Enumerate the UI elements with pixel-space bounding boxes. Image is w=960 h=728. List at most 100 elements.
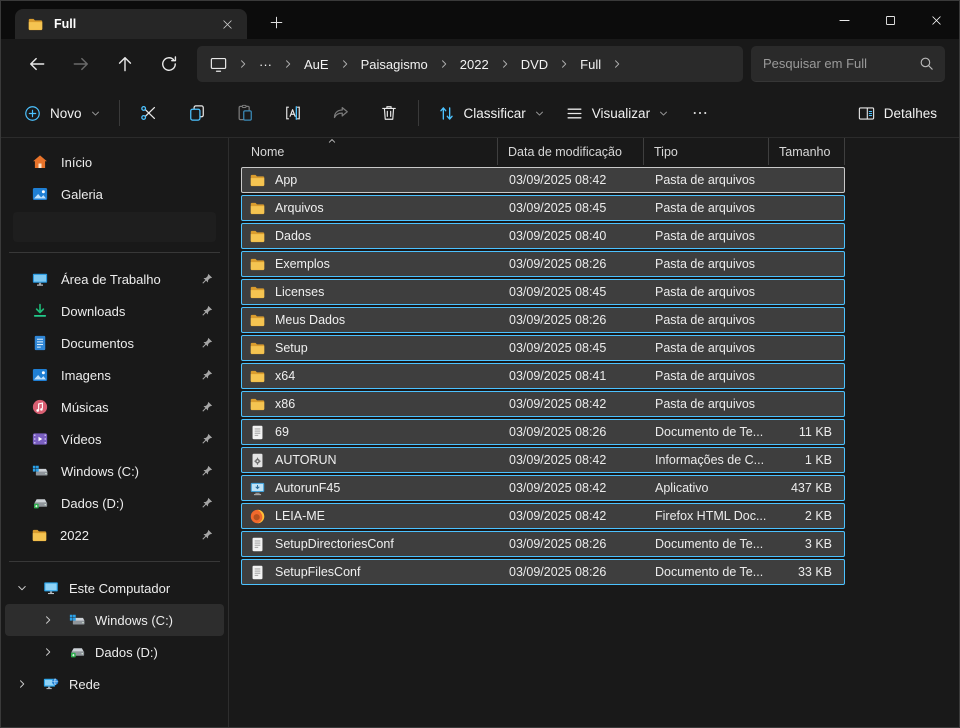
sidebar-item-m-sicas[interactable]: Músicas [5, 391, 224, 423]
sidebar-item-2022[interactable]: 2022 [5, 519, 224, 551]
chevron-right-icon[interactable] [11, 678, 33, 690]
pin-icon[interactable] [200, 464, 214, 478]
file-row-autorun[interactable]: AUTORUN03/09/2025 08:42Informações de C.… [241, 447, 845, 473]
file-row-x64[interactable]: x6403/09/2025 08:41Pasta de arquivos [241, 363, 845, 389]
chevron-down-icon[interactable] [11, 582, 33, 594]
column-header-tamanho[interactable]: Tamanho [769, 138, 845, 165]
network-icon [42, 675, 60, 693]
breadcrumb-item[interactable]: 2022 [451, 50, 498, 78]
new-button[interactable]: Novo [13, 95, 111, 131]
file-row-setupdirectoriesconf[interactable]: SetupDirectoriesConf03/09/2025 08:26Docu… [241, 531, 845, 557]
breadcrumb-chevron-icon[interactable] [236, 58, 250, 70]
new-tab-button[interactable] [261, 7, 291, 37]
pin-icon[interactable] [200, 336, 214, 350]
refresh-button[interactable] [147, 47, 191, 81]
tab-close-icon[interactable] [215, 12, 239, 36]
up-button[interactable] [103, 47, 147, 81]
back-button[interactable] [15, 47, 59, 81]
breadcrumb-chevron-icon[interactable] [281, 58, 295, 70]
tree-item-este-computador[interactable]: Este Computador [5, 572, 224, 604]
share-button[interactable] [320, 95, 362, 131]
sidebar-item-v-deos[interactable]: Vídeos [5, 423, 224, 455]
this-pc-icon[interactable] [201, 55, 236, 74]
search-input[interactable] [763, 56, 918, 71]
breadcrumb-chevron-icon[interactable] [437, 58, 451, 70]
tree-item-windows-c-[interactable]: Windows (C:) [5, 604, 224, 636]
breadcrumb-chevron-icon[interactable] [498, 58, 512, 70]
breadcrumb-overflow-button[interactable]: ··· [250, 50, 281, 78]
file-row-69[interactable]: 6903/09/2025 08:26Documento de Te...11 K… [241, 419, 845, 445]
column-header-data-de-modifica-o[interactable]: Data de modificação [498, 138, 644, 165]
paste-button[interactable] [224, 95, 266, 131]
file-name: x64 [275, 369, 295, 383]
maximize-button[interactable] [867, 1, 913, 39]
file-row-setupfilesconf[interactable]: SetupFilesConf03/09/2025 08:26Documento … [241, 559, 845, 585]
sidebar-item-label: 2022 [60, 528, 89, 543]
sidebar-item-dados-d-[interactable]: Dados (D:) [5, 487, 224, 519]
file-row-x86[interactable]: x8603/09/2025 08:42Pasta de arquivos [241, 391, 845, 417]
delete-button[interactable] [368, 95, 410, 131]
breadcrumb-item[interactable]: Full [571, 50, 610, 78]
sidebar-item-in-cio[interactable]: Início [5, 146, 224, 178]
sidebar-item-imagens[interactable]: Imagens [5, 359, 224, 391]
sidebar-item-windows-c-[interactable]: Windows (C:) [5, 455, 224, 487]
breadcrumb-item[interactable]: Paisagismo [352, 50, 437, 78]
view-button[interactable]: Visualizar [555, 95, 679, 131]
details-button[interactable]: Detalhes [847, 95, 947, 131]
title-bar: Full [1, 1, 959, 39]
file-name: Meus Dados [275, 313, 345, 327]
cut-button[interactable] [128, 95, 170, 131]
breadcrumb-item[interactable]: AuE [295, 50, 338, 78]
tree-item-label: Este Computador [69, 581, 170, 596]
file-date: 03/09/2025 08:45 [499, 201, 645, 215]
breadcrumb-chevron-icon[interactable] [610, 58, 624, 70]
tree-item-dados-d-[interactable]: Dados (D:) [5, 636, 224, 668]
folder-icon [249, 200, 266, 217]
file-row-exemplos[interactable]: Exemplos03/09/2025 08:26Pasta de arquivo… [241, 251, 845, 277]
forward-button[interactable] [59, 47, 103, 81]
file-row-app[interactable]: App03/09/2025 08:42Pasta de arquivos [241, 167, 845, 193]
file-type: Pasta de arquivos [645, 229, 770, 243]
copy-button[interactable] [176, 95, 218, 131]
sidebar-item-downloads[interactable]: Downloads [5, 295, 224, 327]
breadcrumb-item[interactable]: DVD [512, 50, 557, 78]
file-type: Pasta de arquivos [645, 257, 770, 271]
sidebar-item-label: Início [61, 155, 92, 170]
file-row-meus-dados[interactable]: Meus Dados03/09/2025 08:26Pasta de arqui… [241, 307, 845, 333]
driveData-icon [68, 643, 86, 661]
file-row-dados[interactable]: Dados03/09/2025 08:40Pasta de arquivos [241, 223, 845, 249]
chevron-right-icon[interactable] [37, 614, 59, 626]
explorer-tab[interactable]: Full [15, 9, 247, 39]
sort-button[interactable]: Classificar [427, 95, 555, 131]
file-row-arquivos[interactable]: Arquivos03/09/2025 08:45Pasta de arquivo… [241, 195, 845, 221]
file-name-cell: App [242, 172, 499, 189]
tree-item-rede[interactable]: Rede [5, 668, 224, 700]
chevron-right-icon[interactable] [37, 646, 59, 658]
pin-icon[interactable] [200, 496, 214, 510]
file-row-leia-me[interactable]: LEIA-ME03/09/2025 08:42Firefox HTML Doc.… [241, 503, 845, 529]
pin-icon[interactable] [200, 528, 214, 542]
file-row-autorunf45[interactable]: AutorunF4503/09/2025 08:42Aplicativo437 … [241, 475, 845, 501]
sidebar-item-galeria[interactable]: Galeria [5, 178, 224, 210]
pin-icon[interactable] [200, 272, 214, 286]
sidebar-item-documentos[interactable]: Documentos [5, 327, 224, 359]
sidebar-item--rea-de-trabalho[interactable]: Área de Trabalho [5, 263, 224, 295]
pin-icon[interactable] [200, 304, 214, 318]
breadcrumb-chevron-icon[interactable] [557, 58, 571, 70]
pin-icon[interactable] [200, 432, 214, 446]
documents-icon [31, 334, 49, 352]
breadcrumb-chevron-icon[interactable] [338, 58, 352, 70]
file-row-setup[interactable]: Setup03/09/2025 08:45Pasta de arquivos [241, 335, 845, 361]
folder-icon [249, 256, 266, 273]
file-row-licenses[interactable]: Licenses03/09/2025 08:45Pasta de arquivo… [241, 279, 845, 305]
column-header-tipo[interactable]: Tipo [644, 138, 769, 165]
rename-button[interactable] [272, 95, 314, 131]
pin-icon[interactable] [200, 368, 214, 382]
file-list-pane: NomeData de modificaçãoTipoTamanho App03… [229, 138, 959, 728]
file-name-cell: Setup [242, 340, 499, 357]
pin-icon[interactable] [200, 400, 214, 414]
close-button[interactable] [913, 1, 959, 39]
minimize-button[interactable] [821, 1, 867, 39]
column-header-nome[interactable]: Nome [241, 138, 498, 165]
more-options-button[interactable] [679, 95, 721, 131]
